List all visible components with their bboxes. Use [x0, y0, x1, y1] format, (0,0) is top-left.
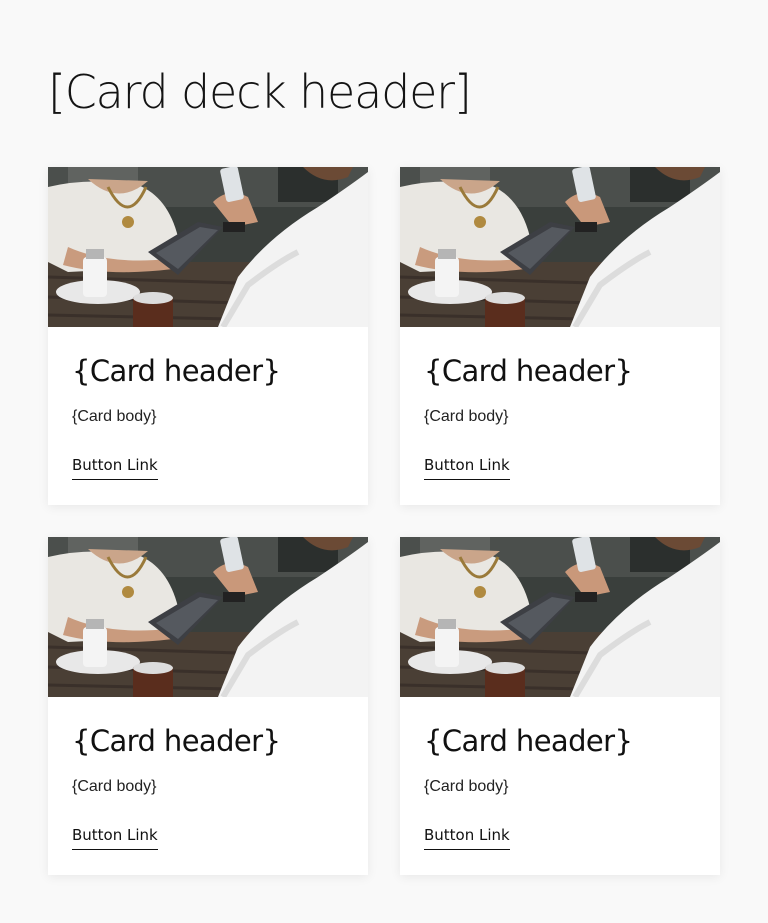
card-image	[400, 537, 720, 697]
card-header: {Card header}	[424, 354, 633, 388]
card-body: {Card body}	[72, 408, 157, 425]
button-link[interactable]: Button Link	[424, 825, 510, 850]
card-body: {Card body}	[424, 408, 509, 425]
card-deck-header: [Card deck header]	[48, 65, 472, 119]
card-body: {Card body}	[72, 778, 157, 795]
button-link[interactable]: Button Link	[72, 455, 158, 480]
card: {Card header} {Card body} Button Link	[400, 537, 720, 875]
card-header: {Card header}	[72, 354, 281, 388]
card-header: {Card header}	[72, 724, 281, 758]
card-image	[48, 167, 368, 327]
card-body: {Card body}	[424, 778, 509, 795]
button-link[interactable]: Button Link	[72, 825, 158, 850]
card-image	[48, 537, 368, 697]
button-link[interactable]: Button Link	[424, 455, 510, 480]
card: {Card header} {Card body} Button Link	[48, 167, 368, 505]
card: {Card header} {Card body} Button Link	[400, 167, 720, 505]
card: {Card header} {Card body} Button Link	[48, 537, 368, 875]
card-image	[400, 167, 720, 327]
card-grid: {Card header} {Card body} Button Link {C…	[48, 167, 720, 875]
card-header: {Card header}	[424, 724, 633, 758]
